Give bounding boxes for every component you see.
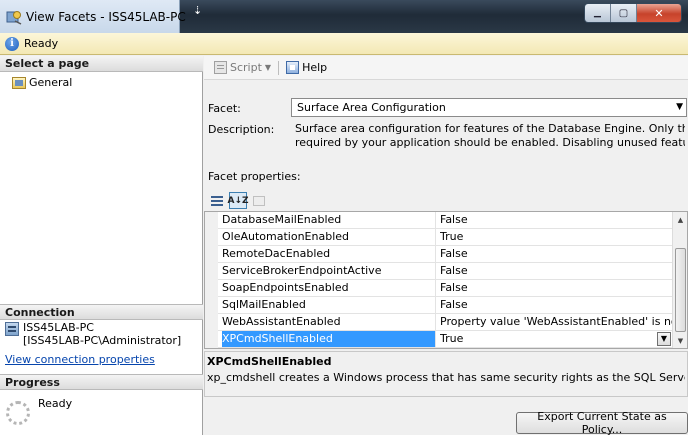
minimize-icon: ▁ (594, 8, 601, 18)
help-label: Help (302, 61, 328, 74)
categorized-icon (211, 195, 223, 206)
progress-spinner-icon (6, 401, 30, 425)
property-grid: DatabaseMailEnabled False OleAutomationEna… (204, 211, 688, 349)
help-icon (286, 61, 300, 74)
connection-user: [ISS45LAB-PC\Administrator] (23, 334, 182, 347)
scroll-down-icon[interactable]: ▼ (673, 333, 687, 348)
select-page-header: Select a page (0, 56, 203, 72)
row-margin (205, 314, 218, 331)
property-name: SoapEndpointsEnabled (222, 280, 436, 296)
script-label: Script (230, 61, 262, 74)
row-margin (205, 297, 218, 314)
progress-status: Ready (6, 397, 72, 425)
property-row[interactable]: XPCmdShellEnabled True ▼ (205, 331, 673, 348)
alphabetical-button[interactable]: A↓Z (227, 192, 249, 209)
value-dropdown-button[interactable]: ▼ (657, 332, 671, 346)
row-margin (205, 331, 218, 348)
property-value[interactable]: False (440, 263, 673, 279)
property-name: OleAutomationEnabled (222, 229, 436, 245)
status-text: Ready (24, 37, 59, 50)
row-margin (205, 280, 218, 297)
maximize-icon: ▢ (618, 7, 629, 19)
sort-alphabetical-icon: A↓Z (227, 195, 249, 206)
property-row[interactable]: OleAutomationEnabled True (205, 229, 673, 246)
window-title: View Facets - ISS45LAB-PC (26, 10, 186, 24)
property-description-title: XPCmdShellEnabled (207, 355, 332, 368)
property-name: RemoteDacEnabled (222, 246, 436, 262)
view-connection-properties-link[interactable]: View connection properties (5, 353, 155, 366)
script-button[interactable]: Script ▼ (214, 61, 271, 74)
property-description-pane: XPCmdShellEnabled xp_cmdshell creates a … (204, 351, 688, 397)
property-value[interactable]: False (440, 280, 673, 296)
title-bar: View Facets - ISS45LAB-PC ⇣ ▁ ▢ ✕ (0, 0, 688, 33)
connection-info: ISS45LAB-PC [ISS45LAB-PC\Administrator] (5, 321, 181, 347)
facet-select[interactable]: Surface Area Configuration ▼ (291, 98, 687, 117)
facet-selected-value: Surface Area Configuration (297, 101, 446, 114)
maximize-button[interactable]: ▢ (611, 4, 637, 22)
export-policy-button[interactable]: Export Current State as Policy... (516, 410, 688, 435)
chevron-down-icon: ▼ (264, 63, 272, 72)
close-button[interactable]: ✕ (637, 4, 681, 22)
property-value[interactable]: False (440, 297, 673, 313)
view-facets-app-icon (6, 11, 22, 25)
help-button[interactable]: Help (286, 61, 327, 74)
property-value[interactable]: False (440, 246, 673, 262)
property-name: XPCmdShellEnabled (222, 331, 436, 347)
property-name: ServiceBrokerEndpointActive (222, 263, 436, 279)
row-margin (205, 229, 218, 246)
progress-header: Progress (0, 374, 203, 390)
property-row[interactable]: ServiceBrokerEndpointActive False (205, 263, 673, 280)
facet-description-line2: required by your application should be e… (295, 136, 685, 149)
properties-page-icon (12, 76, 26, 89)
facet-description-line1: Surface area configuration for features … (295, 122, 685, 135)
page-item-label: General (29, 76, 73, 89)
chevron-down-icon: ▼ (676, 102, 683, 112)
left-pane: Select a page General Connection ISS45LA… (0, 56, 203, 435)
toolbar: Script ▼ Help (204, 56, 688, 80)
property-grid-toolbar: A↓Z (208, 192, 268, 209)
script-icon (214, 61, 227, 74)
property-row[interactable]: RemoteDacEnabled False (205, 246, 673, 263)
scroll-up-icon[interactable]: ▲ (673, 212, 687, 227)
vertical-scrollbar[interactable]: ▲ ▼ (672, 212, 687, 348)
pin-icon[interactable]: ⇣ (193, 4, 202, 17)
status-bar: i Ready (0, 33, 688, 55)
row-margin (205, 212, 218, 229)
property-row[interactable]: WebAssistantEnabled Property value 'WebAs… (205, 314, 673, 331)
progress-status-text: Ready (38, 397, 73, 410)
close-icon: ✕ (654, 6, 664, 20)
description-label: Description: (208, 123, 275, 136)
property-pages-icon (253, 195, 265, 206)
facet-description: Surface area configuration for features … (295, 122, 685, 150)
property-row[interactable]: DatabaseMailEnabled False (205, 212, 673, 229)
property-name: SqlMailEnabled (222, 297, 436, 313)
toolbar-divider (278, 60, 280, 75)
info-icon: i (5, 36, 19, 51)
scrollbar-thumb[interactable] (675, 248, 686, 332)
property-value[interactable]: True (440, 331, 673, 347)
page-item-general[interactable]: General (12, 76, 72, 89)
property-name: WebAssistantEnabled (222, 314, 436, 330)
row-margin (205, 246, 218, 263)
property-row[interactable]: SoapEndpointsEnabled False (205, 280, 673, 297)
minimize-button[interactable]: ▁ (585, 4, 611, 22)
facet-properties-label: Facet properties: (208, 170, 301, 183)
window-controls: ▁ ▢ ✕ (584, 3, 682, 23)
property-value[interactable]: True (440, 229, 673, 245)
property-pages-button[interactable] (250, 192, 268, 209)
title-tab: View Facets - ISS45LAB-PC (0, 0, 186, 33)
connection-header: Connection (0, 304, 203, 320)
row-margin (205, 263, 218, 280)
property-value[interactable]: False (440, 212, 673, 228)
property-name: DatabaseMailEnabled (222, 212, 436, 228)
connection-server: ISS45LAB-PC (23, 321, 94, 334)
property-value[interactable]: Property value 'WebAssistantEnabled' is … (440, 314, 673, 330)
main-pane: Script ▼ Help Facet: Surface Area Config… (204, 56, 688, 435)
server-icon (5, 322, 19, 336)
property-description-text: xp_cmdshell creates a Windows process th… (207, 371, 685, 384)
facet-label: Facet: (208, 102, 241, 115)
categorized-button[interactable] (208, 192, 226, 209)
property-row[interactable]: SqlMailEnabled False (205, 297, 673, 314)
